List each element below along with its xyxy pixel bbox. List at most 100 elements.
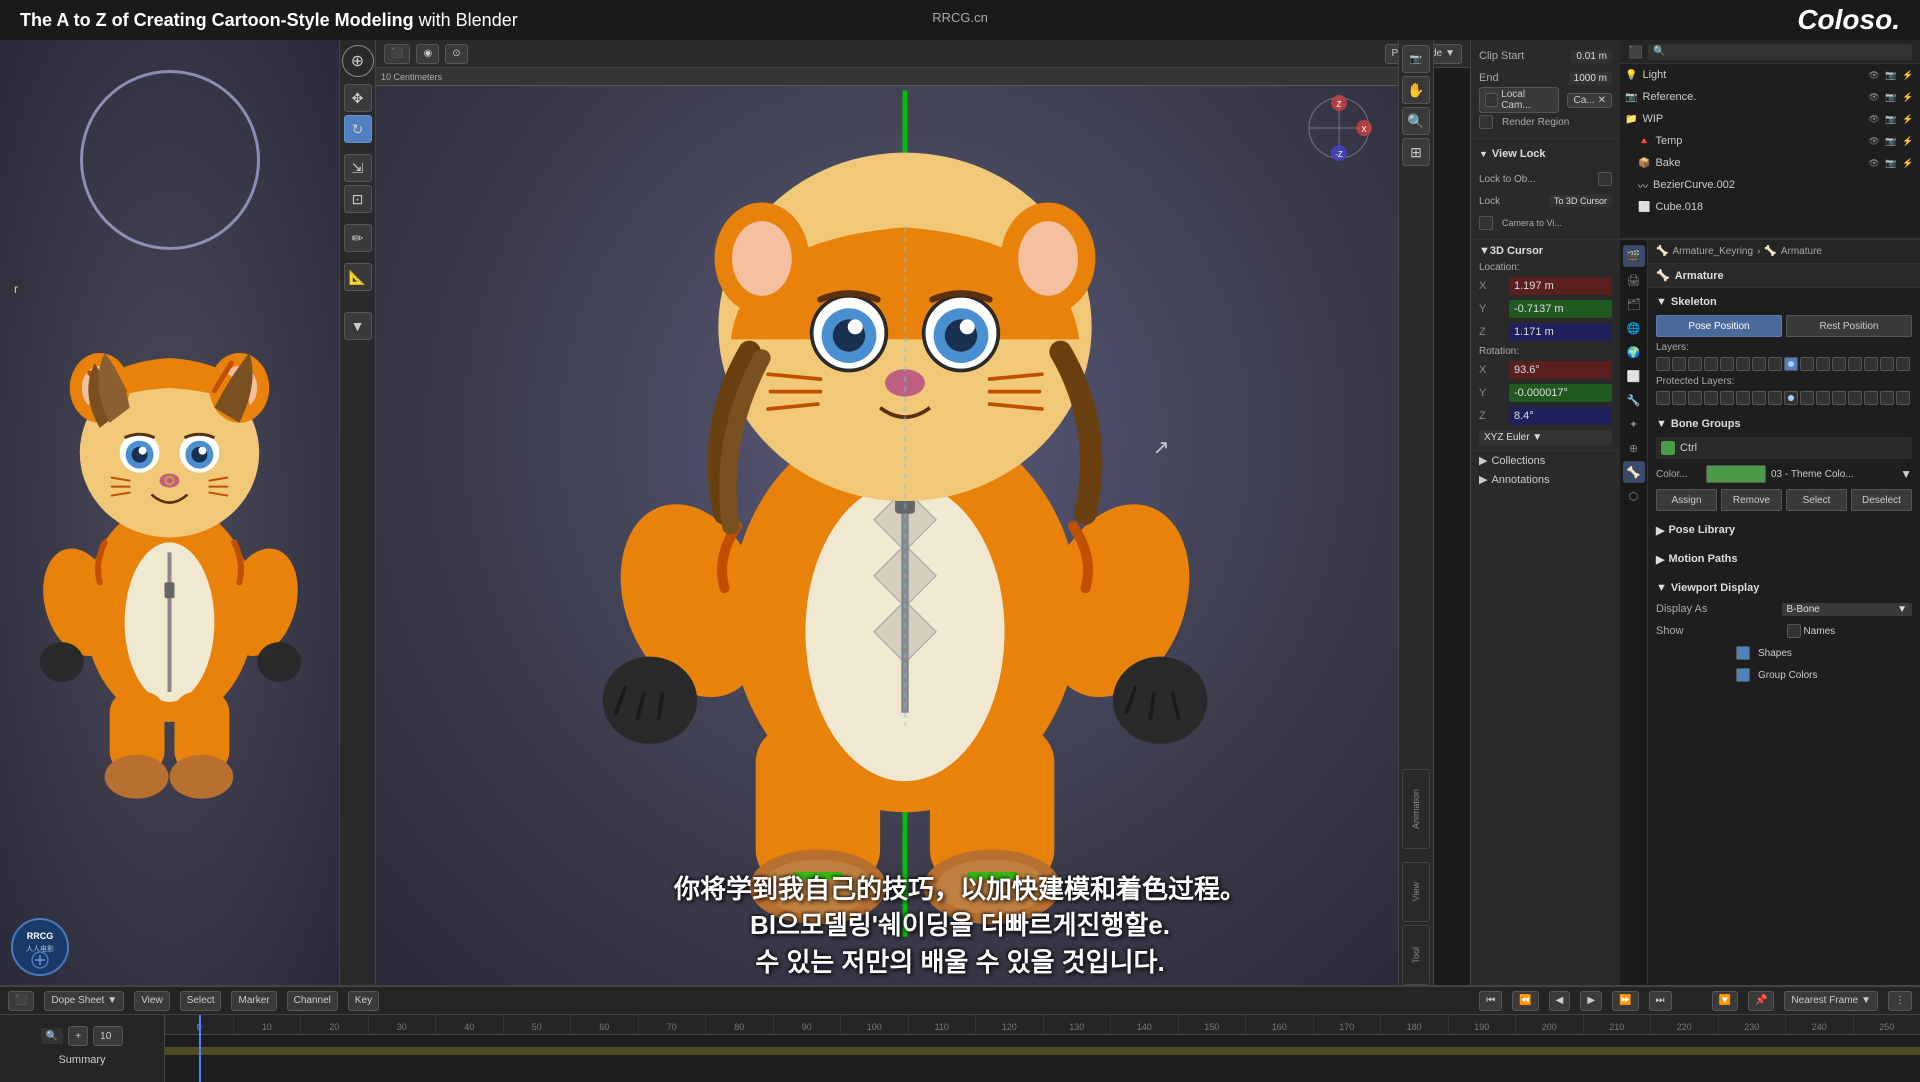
marker-menu[interactable]: Marker [231, 991, 276, 1011]
view-tab[interactable]: View [1411, 882, 1421, 901]
prot-5[interactable] [1736, 391, 1750, 405]
editor-type-btn[interactable]: ⬛ [384, 44, 410, 64]
pose-position-btn[interactable]: Pose Position [1656, 315, 1782, 337]
layer-6[interactable] [1752, 357, 1766, 371]
rotate-tool[interactable]: ↻ [344, 115, 372, 143]
timeline-frame-input[interactable]: 10 [93, 1026, 123, 1046]
key-menu[interactable]: Key [348, 991, 379, 1011]
layer-3[interactable] [1704, 357, 1718, 371]
collections-row[interactable]: ▶ Collections [1471, 451, 1620, 470]
prot-12[interactable] [1848, 391, 1862, 405]
ref-cam-icon[interactable]: 📷 [1884, 90, 1898, 104]
viewport-display-title[interactable]: ▼ Viewport Display [1656, 578, 1912, 598]
tool-tab[interactable]: Tool [1411, 947, 1421, 964]
prot-15[interactable] [1896, 391, 1910, 405]
clip-start-value[interactable]: 0.01 m [1571, 50, 1612, 63]
camera-vi-checkbox[interactable] [1479, 216, 1493, 230]
prot-13[interactable] [1864, 391, 1878, 405]
camera-btn[interactable]: 📷 [1402, 45, 1430, 73]
motion-paths-title[interactable]: ▶ Motion Paths [1656, 549, 1912, 569]
layer-7[interactable] [1768, 357, 1782, 371]
cursor-z-value[interactable]: 1.171 m [1509, 323, 1612, 341]
measure-tool[interactable]: 📐 [344, 263, 372, 291]
object-data-icon[interactable]: 🦴 [1623, 461, 1645, 483]
light-camera-icon[interactable]: 📷 [1884, 68, 1898, 82]
nav-gizmo-center[interactable]: Z X -Z [1304, 93, 1374, 163]
clip-end-value[interactable]: 1000 m [1569, 72, 1612, 85]
move-tool[interactable]: ✥ [344, 84, 372, 112]
timeline-editor-btn[interactable]: ⬛ [8, 991, 34, 1011]
outliner-item-ref[interactable]: 📷 Reference. 👁 📷 ⚡ [1620, 86, 1920, 108]
zoom-btn[interactable]: 🔍 [1402, 107, 1430, 135]
ref-rend-icon[interactable]: ⚡ [1901, 90, 1915, 104]
wip-eye-icon[interactable]: 👁 [1867, 112, 1881, 126]
annotate-tool[interactable]: ✏ [344, 224, 372, 252]
color-swatch[interactable] [1706, 465, 1766, 483]
view-lock-header[interactable]: ▼ View Lock [1479, 144, 1612, 164]
object-props-icon[interactable]: ⬜ [1623, 365, 1645, 387]
cursor-y-value[interactable]: -0.7137 m [1509, 300, 1612, 318]
bake-eye-icon[interactable]: 👁 [1867, 156, 1881, 170]
lock-value[interactable]: To 3D Cursor [1549, 195, 1612, 207]
physics-icon[interactable]: ⊕ [1623, 437, 1645, 459]
outliner-item-wip[interactable]: 📁 WIP 👁 📷 ⚡ [1620, 108, 1920, 130]
annotations-row[interactable]: ▶ Annotations [1471, 470, 1620, 489]
select-btn[interactable]: Select [1786, 489, 1847, 511]
prot-7[interactable] [1768, 391, 1782, 405]
filter-btn[interactable]: 🔽 [1712, 991, 1738, 1011]
ref-eye-icon[interactable]: 👁 [1867, 90, 1881, 104]
shapes-checkbox[interactable] [1736, 646, 1750, 660]
prot-9[interactable] [1800, 391, 1814, 405]
layer-8[interactable] [1784, 357, 1798, 371]
view-layer-icon[interactable]: 🗂 [1623, 293, 1645, 315]
dope-sheet-dropdown[interactable]: Dope Sheet ▼ [44, 991, 124, 1011]
skeleton-title[interactable]: ▼ Skeleton [1656, 292, 1912, 312]
x-icon[interactable]: ✕ [1598, 95, 1606, 106]
overlay-btn[interactable]: ⊙ [445, 44, 467, 64]
remove-btn[interactable]: Remove [1721, 489, 1782, 511]
cursor-x-value[interactable]: 1.197 m [1509, 277, 1612, 295]
local-cam-btn[interactable]: Local Cam... [1479, 87, 1559, 113]
grid-btn[interactable]: ⊞ [1402, 138, 1430, 166]
outliner-item-cube[interactable]: ⬜ Cube.018 [1620, 196, 1920, 218]
local-cam-checkbox[interactable] [1485, 93, 1498, 107]
prot-8[interactable] [1784, 391, 1798, 405]
outliner-item-bake[interactable]: 📦 Bake 👁 📷 ⚡ [1620, 152, 1920, 174]
bone-groups-header[interactable]: ▼ Bone Groups [1656, 414, 1912, 434]
layer-1[interactable] [1672, 357, 1686, 371]
outliner-item-temp[interactable]: 🔺 Temp 👁 📷 ⚡ [1620, 130, 1920, 152]
particles-icon[interactable]: ✦ [1623, 413, 1645, 435]
prot-4[interactable] [1720, 391, 1734, 405]
frame-rate-dropdown[interactable]: Nearest Frame ▼ [1784, 991, 1878, 1011]
ctrl-bone-group[interactable]: Ctrl [1656, 437, 1912, 459]
outliner-item-bezier[interactable]: 〰 BezierCurve.002 [1620, 174, 1920, 196]
temp-cam-icon[interactable]: 📷 [1884, 134, 1898, 148]
prot-0[interactable] [1656, 391, 1670, 405]
assign-btn[interactable]: Assign [1656, 489, 1717, 511]
timeline-add-btn[interactable]: + [68, 1026, 88, 1046]
light-eye-icon[interactable]: 👁 [1867, 68, 1881, 82]
display-as-value[interactable]: B-Bone ▼ [1782, 603, 1913, 616]
select-menu[interactable]: Select [180, 991, 222, 1011]
animation-tab[interactable]: Animation [1411, 789, 1421, 829]
wip-rend-icon[interactable]: ⚡ [1901, 112, 1915, 126]
modifier-props-icon[interactable]: 🔧 [1623, 389, 1645, 411]
bake-cam-icon[interactable]: 📷 [1884, 156, 1898, 170]
temp-rend-icon[interactable]: ⚡ [1901, 134, 1915, 148]
viewport-shading-btn[interactable]: ◉ [416, 44, 439, 64]
material-icon[interactable]: ⬡ [1623, 485, 1645, 507]
layer-0[interactable] [1656, 357, 1670, 371]
wip-cam-icon[interactable]: 📷 [1884, 112, 1898, 126]
prot-11[interactable] [1832, 391, 1846, 405]
layer-4[interactable] [1720, 357, 1734, 371]
layer-10[interactable] [1816, 357, 1830, 371]
play-reverse-btn[interactable]: ◀ [1549, 991, 1571, 1011]
ca-btn[interactable]: Ca... ✕ [1567, 93, 1612, 108]
prot-14[interactable] [1880, 391, 1894, 405]
layer-15[interactable] [1896, 357, 1910, 371]
layer-11[interactable] [1832, 357, 1846, 371]
pose-library-title[interactable]: ▶ Pose Library [1656, 520, 1912, 540]
jump-start-btn[interactable]: ⏮ [1479, 991, 1502, 1011]
light-render-icon[interactable]: ⚡ [1901, 68, 1915, 82]
world-props-icon[interactable]: 🌍 [1623, 341, 1645, 363]
